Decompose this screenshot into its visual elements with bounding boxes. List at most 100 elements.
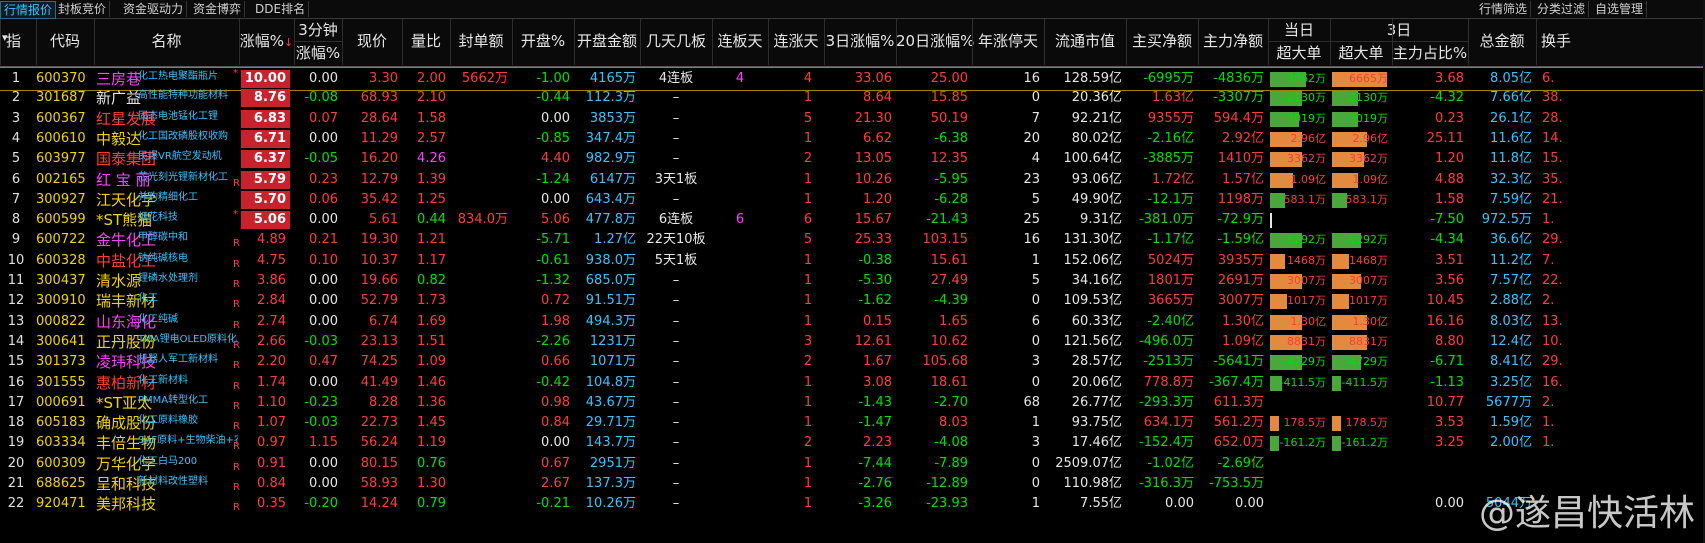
header-opena[interactable]: 开盘金额 — [574, 23, 640, 60]
cell-pct-20d: -4.08 — [934, 435, 968, 451]
cell-days-boards: – — [672, 293, 680, 309]
table-row[interactable]: 19 603334 丰倍生物 SAF原料+生物柴油+农 R 0.97 1.15 56.24 1.… — [0, 432, 1705, 454]
header-seal[interactable]: 封单额 — [450, 23, 512, 60]
cell-total-amt: 11.6亿 — [1490, 130, 1532, 146]
header-name[interactable]: 名称 — [94, 23, 239, 60]
table-row[interactable]: 8 600599 *ST熊猫 烟花科技 * 5.06 0.00 5.61 0.44 834.0万 5… — [0, 209, 1705, 231]
top-right-tab-1[interactable]: 分类过滤 — [1534, 1, 1590, 17]
table-row[interactable]: 18 605183 确成股份 化工原料橡胶 R 1.07 -0.03 22.73 1.45 0.8… — [0, 412, 1705, 434]
header-three-day[interactable]: 3日 — [1330, 19, 1468, 41]
table-row[interactable]: 2 301687 新广益 高性能特种功能材料 8.76 -0.08 68.93 2.10 -0.… — [0, 87, 1705, 109]
header-divider — [640, 19, 641, 65]
table-row[interactable]: 22 920471 美邦科技 R 0.35 -0.20 14.24 0.79 -0.21 10.2… — [0, 493, 1705, 515]
cell-main-ratio: -7.50 — [1430, 212, 1464, 228]
header-vr[interactable]: 量比 — [402, 23, 450, 60]
top-tab-1[interactable]: 封板竞价 — [55, 1, 111, 17]
header-super-today[interactable]: 超大单 — [1268, 42, 1330, 64]
super-today-value: -2130万 — [1283, 91, 1326, 105]
header-divider — [36, 19, 37, 65]
cell-code: 600328 — [36, 252, 86, 268]
table-row[interactable]: 12 300910 瑞丰新材 化工 R 2.84 0.00 52.79 1.73 0.72 91.5… — [0, 290, 1705, 312]
cell-open-pct: 0.00 — [541, 435, 570, 451]
cell-price: 16.20 — [360, 151, 398, 167]
cell-price: 14.24 — [360, 496, 398, 512]
table-row[interactable]: 11 300437 清水源 锂磷水处理剂 R 3.86 0.00 19.66 0.82 -1.32… — [0, 270, 1705, 292]
table-row[interactable]: 4 600610 中毅达 化工国改磷股权收购 6.71 0.00 11.29 2.57 -0.8… — [0, 128, 1705, 150]
header-ta[interactable]: 总金额 — [1468, 23, 1536, 60]
super-today-value: -411.5万 — [1279, 375, 1326, 389]
table-row[interactable]: 14 300641 正丹股份 TMA锂电OLED原料化工 R 2.66 -0.03 23.13… — [0, 331, 1705, 353]
cell-seal — [450, 108, 508, 130]
cell-open-pct: -1.24 — [536, 171, 570, 187]
header-db[interactable]: 几天几板 — [640, 23, 712, 60]
top-right-tab-2[interactable]: 自选管理 — [1592, 1, 1648, 17]
header-yl[interactable]: 年涨停天 — [972, 23, 1044, 60]
table-row[interactable]: 13 000822 山东海化 化工纯碱 R 2.74 0.00 6.74 1.69 1.98 494… — [0, 311, 1705, 333]
cell-year-limit: 5 — [1031, 191, 1040, 207]
header-divider — [94, 19, 95, 65]
table-row[interactable]: 5 603977 国泰集团 民爆VR航空发动机 6.37 -0.05 16.20 4.26 4.… — [0, 148, 1705, 170]
header-main-ratio[interactable]: 主力占比% — [1392, 42, 1468, 64]
table-row[interactable]: 6 002165 红 宝 丽芯光刻光锂新材化工 R 5.79 0.23 12.79 1.39-… — [0, 169, 1705, 191]
cell-vol-ratio: 1.58 — [417, 110, 446, 126]
table-row[interactable]: 17 000691 *ST亚太 PMMA转型化工 R 1.10 -0.23 8.28 1.36 0… — [0, 392, 1705, 414]
table-row[interactable]: 16 301555 惠柏新材 化工新材料 R 1.74 0.00 41.49 1.46 -0.42… — [0, 372, 1705, 394]
header-p20[interactable]: 20日涨幅% — [896, 23, 974, 60]
header-p3[interactable]: 3日涨幅% — [824, 23, 896, 60]
top-tab-3[interactable]: 资金博弈 — [190, 1, 246, 17]
cell-code: 688625 — [36, 476, 86, 491]
top-tab-0[interactable]: 行情报价 — [0, 1, 57, 19]
cell-main-buy: 9355万 — [1147, 110, 1194, 126]
cell-price: 52.79 — [360, 293, 398, 309]
table-row[interactable]: 3 600367 红星发展 固态电池锰化工锂 6.83 0.07 28.64 1.58 0.00… — [0, 108, 1705, 130]
table-row[interactable]: 21 688625 呈和科技 新材料改性塑料 R 0.84 0.00 58.93 1.30 2.6… — [0, 473, 1705, 495]
header-openp[interactable]: 开盘% — [512, 23, 574, 60]
cell-days-boards: – — [672, 191, 680, 207]
concept-tag: 化工白马200 — [138, 455, 198, 467]
cell-pct-20d: 1.65 — [939, 313, 968, 329]
header-to[interactable]: 换手 — [1536, 23, 1576, 60]
header-today[interactable]: 当日 — [1268, 19, 1330, 41]
header-mb[interactable]: 主买净额 — [1126, 23, 1198, 60]
cell-open-amt: 3853万 — [589, 110, 636, 126]
header-super-3d[interactable]: 超大单 — [1330, 42, 1392, 64]
cell-pct-3d: -1.43 — [858, 394, 892, 410]
cell-turnover: 15. — [1542, 151, 1563, 167]
header-divider — [342, 19, 343, 65]
top-right-tab-0[interactable]: 行情筛选 — [1476, 1, 1532, 17]
header-code[interactable]: 代码 — [36, 23, 94, 60]
header-mn[interactable]: 主力净额 — [1198, 23, 1268, 60]
cell-min3: 0.00 — [309, 374, 338, 390]
header-min3-bottom[interactable]: 涨幅% — [294, 42, 342, 64]
cell-turnover: 1. — [1542, 415, 1555, 431]
cell-total-amt: 32.3亿 — [1490, 171, 1532, 187]
super-today-value — [1268, 473, 1326, 495]
concept-tag: 机器人军工新材料 — [138, 354, 218, 366]
top-tab-2[interactable]: 资金驱动力 — [120, 1, 188, 17]
top-tab-4[interactable]: DDE排名 — [252, 1, 310, 17]
cell-board-days — [712, 169, 768, 191]
table-row[interactable]: 7 300927 江天化学 并购精细化工 5.70 0.06 35.42 1.25 0.00 64… — [0, 189, 1705, 211]
cell-open-pct: 1.98 — [541, 313, 570, 329]
cell-year-limit: 7 — [1031, 110, 1040, 126]
header-divider — [1468, 19, 1469, 65]
cell-days-boards: – — [672, 415, 680, 431]
cell-seal — [450, 250, 508, 272]
header-fc[interactable]: 流通市值 — [1044, 23, 1126, 60]
cell-open-amt: 1231万 — [589, 333, 636, 349]
star-mark-icon: * — [233, 209, 238, 221]
header-bd[interactable]: 连板天 — [712, 23, 768, 60]
header-menu-icon[interactable]: ▾ — [2, 31, 8, 44]
cell-index: 14 — [7, 333, 25, 349]
table-row[interactable]: 9 600722 金牛化工 甲醇碳中和 R 4.89 0.21 19.30 1.21 -5.71 1… — [0, 229, 1705, 251]
header-price[interactable]: 现价 — [342, 23, 402, 60]
table-row[interactable]: 15 301373 凌玮科技 机器人军工新材料 R 2.20 0.47 74.25 1.09 0.… — [0, 351, 1705, 373]
cell-pct-20d: -23.93 — [926, 496, 968, 512]
table-row[interactable]: 10 600328 中盐化工 钠纯碱核电 R 4.75 0.10 10.37 1.17 -0.61… — [0, 250, 1705, 272]
table-row[interactable]: 20 600309 万华化学 化工白马200 R 0.91 0.00 80.15 0.76 0.6… — [0, 453, 1705, 475]
header-ud[interactable]: 连涨天 — [768, 23, 824, 60]
cell-main-net: 561.2万 — [1213, 415, 1264, 431]
header-pct[interactable]: 涨幅%↓ — [239, 23, 294, 61]
header-min3-top[interactable]: 3分钟 — [294, 19, 342, 41]
cell-pct-3d: 13.05 — [854, 151, 892, 167]
